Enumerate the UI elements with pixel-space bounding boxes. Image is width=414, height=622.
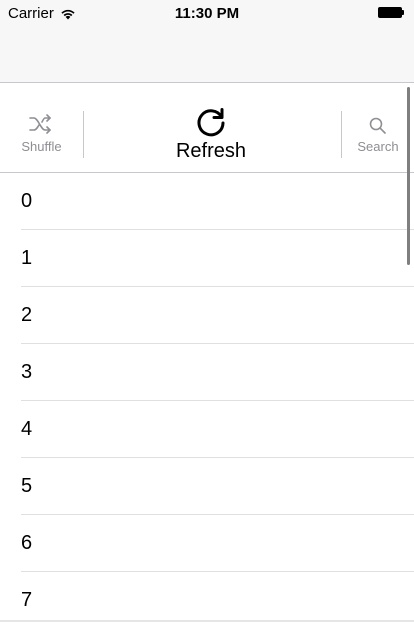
top-bar: Carrier 11:30 PM bbox=[0, 0, 414, 83]
list-item-label: 0 bbox=[21, 190, 33, 212]
search-button[interactable]: Search bbox=[342, 83, 414, 172]
search-label: Search bbox=[357, 139, 399, 154]
list-item-label: 6 bbox=[21, 532, 33, 554]
list-item[interactable]: 0 bbox=[0, 173, 414, 230]
list-item-label: 7 bbox=[21, 589, 33, 611]
battery-icon bbox=[378, 7, 404, 18]
list-item[interactable]: 4 bbox=[0, 401, 414, 458]
refresh-icon bbox=[197, 108, 225, 137]
search-icon bbox=[369, 117, 386, 134]
shuffle-icon bbox=[29, 114, 51, 134]
vertical-scrollbar[interactable] bbox=[407, 87, 410, 265]
toolbar-divider-left bbox=[83, 111, 84, 158]
list-item-label: 1 bbox=[21, 247, 33, 269]
list-item[interactable]: 7 bbox=[0, 572, 414, 622]
list-item[interactable]: 5 bbox=[0, 458, 414, 515]
refresh-label: Refresh bbox=[175, 140, 247, 162]
refresh-button[interactable]: Refresh bbox=[150, 83, 272, 172]
status-bar: Carrier 11:30 PM bbox=[0, 0, 414, 26]
list-item-label: 5 bbox=[21, 475, 33, 497]
list-item-label: 4 bbox=[21, 418, 33, 440]
toolbar: Shuffle Refresh Search bbox=[0, 83, 414, 173]
list-item[interactable]: 2 bbox=[0, 287, 414, 344]
status-time: 11:30 PM bbox=[174, 5, 240, 22]
list-item-label: 3 bbox=[21, 361, 33, 383]
list-item[interactable]: 3 bbox=[0, 344, 414, 401]
list-item[interactable]: 6 bbox=[0, 515, 414, 572]
list-item[interactable]: 1 bbox=[0, 230, 414, 287]
list-item-label: 2 bbox=[21, 304, 33, 326]
shuffle-button[interactable]: Shuffle bbox=[0, 83, 83, 172]
app-screen: Carrier 11:30 PM Shuffle Refresh Search … bbox=[0, 0, 414, 622]
number-list[interactable]: 0 1 2 3 4 5 6 7 bbox=[0, 173, 414, 622]
shuffle-label: Shuffle bbox=[21, 139, 62, 154]
